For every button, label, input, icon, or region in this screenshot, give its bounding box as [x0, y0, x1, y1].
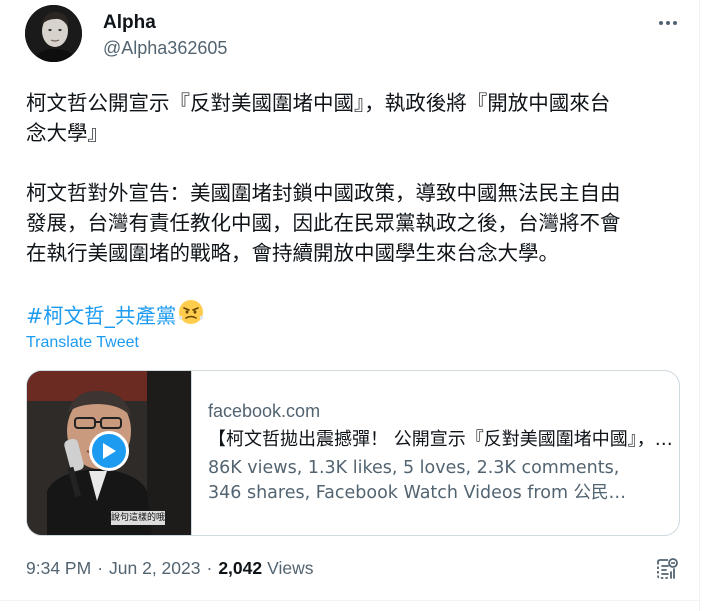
more-dot-icon	[666, 21, 670, 25]
column-divider	[699, 0, 700, 611]
author-name[interactable]: Alpha	[103, 12, 156, 34]
tweet-line: 發展，台灣有責任教化中國，因此在民眾黨執政之後，台灣將不會	[26, 211, 621, 235]
meta-separator: ·	[206, 558, 213, 578]
tweet-time[interactable]: 9:34 PM	[26, 558, 91, 579]
analytics-button[interactable]	[655, 557, 679, 581]
meta-separator: ·	[97, 558, 104, 578]
tweet-line: 柯文哲公開宣示『反對美國圍堵中國』，執政後將『開放中國來台	[26, 91, 611, 115]
more-dot-icon	[659, 21, 663, 25]
views-count: 2,042	[218, 558, 263, 578]
play-button[interactable]	[89, 431, 129, 471]
card-domain: facebook.com	[208, 401, 321, 421]
views-label: Views	[267, 558, 314, 578]
avatar-photo-icon	[25, 5, 82, 62]
card-description-line: 86K views, 1.3K likes, 5 loves, 2.3K com…	[208, 458, 620, 478]
tweet-line: 在執行美國圍堵的戰略，會持續開放中國學生來台念大學。	[26, 241, 559, 265]
author-handle[interactable]: @Alpha362605	[103, 38, 227, 59]
tweet-line: 念大學』	[26, 121, 108, 145]
avatar[interactable]	[25, 5, 82, 62]
tweet-line: 柯文哲對外宣告：美國圍堵封鎖中國政策，導致中國無法民主自由	[26, 181, 621, 205]
analytics-icon	[657, 558, 678, 579]
angry-face-emoji-icon	[178, 299, 204, 333]
section-divider	[0, 600, 699, 601]
card-title: 【柯文哲拋出震撼彈！ 公開宣示『反對美國圍堵中國』，執政後將『開放中國來台念大學…	[208, 429, 676, 450]
tweet-date[interactable]: Jun 2, 2023	[109, 558, 200, 579]
translate-tweet-link[interactable]: Translate Tweet	[26, 334, 139, 352]
more-dot-icon	[673, 21, 677, 25]
card-description: 86K views, 1.3K likes, 5 loves, 2.3K com…	[208, 456, 656, 506]
hashtag-link[interactable]: #柯文哲_共產黨	[26, 301, 176, 331]
card-description-line: 346 shares, Facebook Watch Videos from 公…	[208, 483, 627, 503]
thumbnail-caption: 說句這樣的哦	[111, 513, 165, 523]
play-icon	[103, 443, 116, 459]
link-preview-card[interactable]: 說句這樣的哦 facebook.com 【柯文哲拋出震撼彈！ 公開宣示『反對美國…	[26, 370, 680, 536]
hashtag-line: #柯文哲_共產黨	[26, 299, 204, 333]
video-thumbnail[interactable]: 說句這樣的哦	[27, 371, 192, 535]
more-options-button[interactable]	[650, 8, 686, 38]
tweet-text: 柯文哲公開宣示『反對美國圍堵中國』，執政後將『開放中國來台 念大學』 柯文哲對外…	[26, 88, 676, 268]
tweet-meta: 9:34 PM · Jun 2, 2023 · 2,042 Views	[26, 558, 313, 579]
